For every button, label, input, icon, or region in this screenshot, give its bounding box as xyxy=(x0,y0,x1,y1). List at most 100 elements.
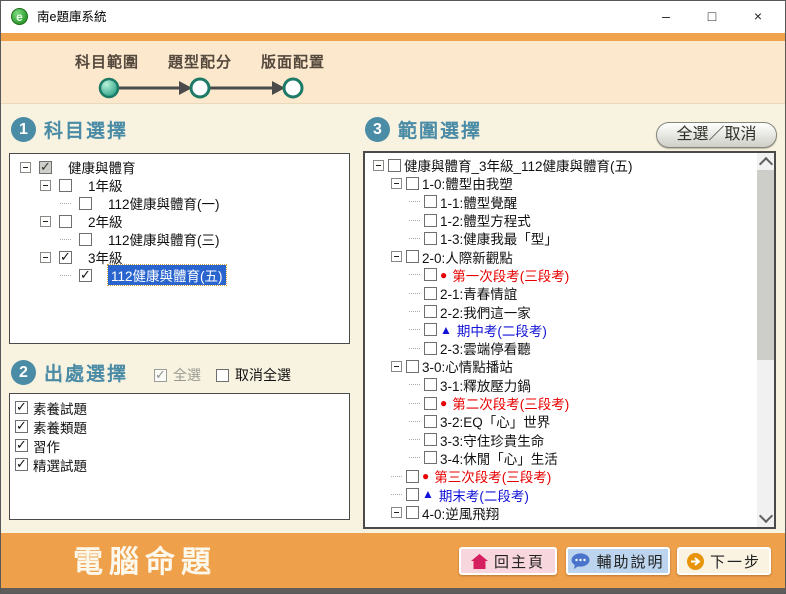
tree-expander-icon[interactable] xyxy=(40,252,51,263)
tree-expander-icon[interactable] xyxy=(409,416,420,427)
source-checkbox[interactable] xyxy=(15,458,28,471)
source-list-item[interactable]: 素養試題 xyxy=(15,398,349,417)
tree-checkbox[interactable] xyxy=(424,287,437,300)
range-tree-row[interactable]: ▲ 期末考(二段考) xyxy=(365,485,774,503)
scroll-down-icon[interactable] xyxy=(759,509,773,523)
tree-item-label[interactable]: 期末考(二段考) xyxy=(439,485,529,505)
tree-item-label[interactable]: 112健康與體育(三) xyxy=(108,229,220,249)
source-label[interactable]: 素養類題 xyxy=(33,417,87,437)
range-tree-row[interactable]: ● 第二次段考(三段考) xyxy=(365,394,774,412)
range-tree-row[interactable]: ● 第一次段考(三段考) xyxy=(365,266,774,284)
tree-expander-icon[interactable] xyxy=(409,288,420,299)
tree-item-label[interactable]: 2-0:人際新觀點 xyxy=(422,247,513,267)
tree-item-label[interactable]: 3-1:釋放壓力鍋 xyxy=(440,375,531,395)
tree-expander-icon[interactable] xyxy=(409,452,420,463)
tree-checkbox[interactable] xyxy=(79,233,92,246)
home-button[interactable]: 回主頁 xyxy=(459,547,557,575)
tree-expander-icon[interactable] xyxy=(60,198,71,209)
tree-expander-icon[interactable] xyxy=(20,162,31,173)
tree-item-label[interactable]: 期中考(二段考) xyxy=(457,320,547,340)
subject-tree-row[interactable]: 112健康與體育(三) xyxy=(10,230,349,248)
tree-checkbox[interactable] xyxy=(59,251,72,264)
select-all-checkbox[interactable]: 全選 xyxy=(154,365,201,385)
tree-item-label[interactable]: 4-0:逆風飛翔 xyxy=(422,503,499,523)
source-list-item[interactable]: 精選試題 xyxy=(15,455,349,474)
range-tree-row[interactable]: 3-0:心情點播站 xyxy=(365,357,774,375)
tree-checkbox[interactable] xyxy=(424,195,437,208)
tree-expander-icon[interactable] xyxy=(60,270,71,281)
range-tree-row[interactable]: 4-0:逆風飛翔 xyxy=(365,504,774,522)
range-tree-row[interactable]: 3-1:釋放壓力鍋 xyxy=(365,376,774,394)
tree-expander-icon[interactable] xyxy=(391,489,402,500)
range-tree-row[interactable]: 1-3:健康我最「型」 xyxy=(365,229,774,247)
tree-item-label[interactable]: 健康與體育 xyxy=(68,157,136,177)
tree-expander-icon[interactable] xyxy=(409,343,420,354)
source-checkbox[interactable] xyxy=(15,401,28,414)
tree-checkbox[interactable] xyxy=(388,159,401,172)
source-label[interactable]: 精選試題 xyxy=(33,455,87,475)
tree-item-label[interactable]: 第一次段考(三段考) xyxy=(452,265,569,285)
tree-checkbox[interactable] xyxy=(406,360,419,373)
tree-checkbox[interactable] xyxy=(39,161,52,174)
range-tree-row[interactable]: 3-3:守住珍貴生命 xyxy=(365,430,774,448)
tree-item-label[interactable]: 2-1:青春情誼 xyxy=(440,283,517,303)
tree-item-label[interactable]: 1-0:體型由我塑 xyxy=(422,173,513,193)
tree-item-label[interactable]: 112健康與體育(一) xyxy=(108,193,220,213)
tree-checkbox[interactable] xyxy=(424,342,437,355)
tree-checkbox[interactable] xyxy=(424,214,437,227)
range-tree-row[interactable]: 2-2:我們這一家 xyxy=(365,302,774,320)
range-tree-row[interactable]: 1-0:體型由我塑 xyxy=(365,174,774,192)
scroll-up-icon[interactable] xyxy=(759,157,773,171)
tree-item-label[interactable]: 第三次段考(三段考) xyxy=(434,466,551,486)
tree-expander-icon[interactable] xyxy=(409,379,420,390)
tree-checkbox[interactable] xyxy=(424,305,437,318)
tree-item-label[interactable]: 1-3:健康我最「型」 xyxy=(440,228,558,248)
tree-expander-icon[interactable] xyxy=(409,269,420,280)
subject-tree-row[interactable]: 112健康與體育(五) xyxy=(10,266,349,284)
range-tree-row[interactable]: 2-0:人際新觀點 xyxy=(365,247,774,265)
tree-checkbox[interactable] xyxy=(424,378,437,391)
source-list-item[interactable]: 素養類題 xyxy=(15,417,349,436)
tree-item-label[interactable]: 3-0:心情點播站 xyxy=(422,356,513,376)
tree-expander-icon[interactable] xyxy=(40,180,51,191)
range-tree-row[interactable]: ▲ 期中考(二段考) xyxy=(365,321,774,339)
tree-item-label[interactable]: 2-3:雲端停看聽 xyxy=(440,338,531,358)
subject-tree-row[interactable]: 3年級 xyxy=(10,248,349,266)
select-toggle-button[interactable]: 全選／取消 xyxy=(656,122,777,148)
close-button[interactable]: × xyxy=(735,1,781,33)
tree-item-label[interactable]: 3-2:EQ「心」世界 xyxy=(440,411,550,431)
tree-checkbox[interactable] xyxy=(406,506,419,519)
tree-checkbox[interactable] xyxy=(406,488,419,501)
source-checkbox[interactable] xyxy=(15,420,28,433)
tree-item-label[interactable]: 健康與體育_3年級_112健康與體育(五) xyxy=(404,155,633,175)
tree-expander-icon[interactable] xyxy=(391,471,402,482)
range-tree-row[interactable]: 2-3:雲端停看聽 xyxy=(365,339,774,357)
tree-checkbox[interactable] xyxy=(406,250,419,263)
source-label[interactable]: 習作 xyxy=(33,436,60,456)
tree-expander-icon[interactable] xyxy=(409,196,420,207)
range-tree-row[interactable]: 3-2:EQ「心」世界 xyxy=(365,412,774,430)
tree-expander-icon[interactable] xyxy=(391,361,402,372)
scrollbar-thumb[interactable] xyxy=(757,170,774,360)
tree-expander-icon[interactable] xyxy=(373,160,384,171)
range-tree-row[interactable]: 1-2:體型方程式 xyxy=(365,211,774,229)
tree-item-label[interactable]: 112健康與體育(五) xyxy=(108,265,226,285)
range-tree-row[interactable]: 1-1:體型覺醒 xyxy=(365,193,774,211)
deselect-all-checkbox[interactable]: 取消全選 xyxy=(216,365,291,385)
tree-expander-icon[interactable] xyxy=(409,233,420,244)
source-label[interactable]: 素養試題 xyxy=(33,398,87,418)
subject-tree-row[interactable]: 健康與體育 xyxy=(10,158,349,176)
tree-checkbox[interactable] xyxy=(424,433,437,446)
tree-checkbox[interactable] xyxy=(424,415,437,428)
subject-tree-row[interactable]: 2年級 xyxy=(10,212,349,230)
tree-expander-icon[interactable] xyxy=(409,398,420,409)
tree-checkbox[interactable] xyxy=(79,197,92,210)
source-checkbox[interactable] xyxy=(15,439,28,452)
vertical-scrollbar[interactable] xyxy=(757,153,774,527)
tree-expander-icon[interactable] xyxy=(40,216,51,227)
range-tree-row[interactable]: 健康與體育_3年級_112健康與體育(五) xyxy=(365,156,774,174)
tree-checkbox[interactable] xyxy=(424,397,437,410)
help-button[interactable]: 輔助說明 xyxy=(566,547,670,575)
subject-tree-row[interactable]: 112健康與體育(一) xyxy=(10,194,349,212)
tree-checkbox[interactable] xyxy=(424,232,437,245)
